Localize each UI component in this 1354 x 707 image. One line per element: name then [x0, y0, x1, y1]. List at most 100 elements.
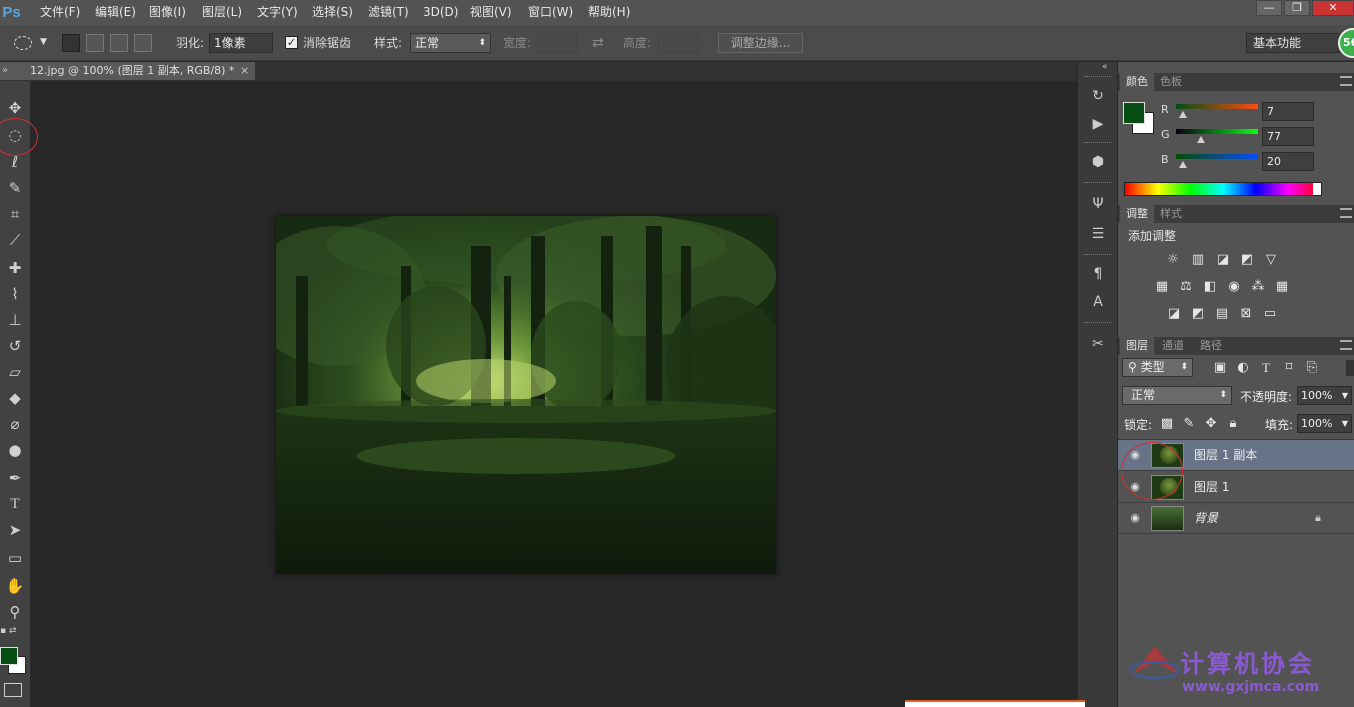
intersect-selection-icon[interactable]	[134, 34, 152, 52]
elliptical-marquee-preset-icon[interactable]	[14, 36, 32, 50]
filter-smart-object-icon[interactable]: ⎘	[1303, 360, 1321, 376]
bw-icon[interactable]: ◧	[1201, 279, 1219, 295]
close-tab-icon[interactable]: ×	[240, 62, 249, 80]
posterize-icon[interactable]: ◩	[1189, 306, 1207, 322]
tab-adjustments[interactable]: 调整	[1120, 205, 1154, 223]
tab-channels[interactable]: 通道	[1156, 337, 1190, 355]
filter-pixel-icon[interactable]: ▣	[1211, 360, 1229, 376]
filter-type-icon[interactable]: T	[1257, 360, 1275, 376]
filter-toggle[interactable]	[1346, 360, 1354, 376]
menu-filter[interactable]: 滤镜(T)	[368, 0, 409, 25]
dodge-tool-icon[interactable]: ●	[3, 439, 27, 461]
lock-transparent-icon[interactable]: ▩	[1158, 416, 1176, 432]
actions-panel-icon[interactable]: ▶	[1088, 114, 1108, 134]
panel-menu-icon[interactable]	[1340, 340, 1352, 350]
workspace-select[interactable]: 基本功能	[1246, 33, 1346, 53]
menu-image[interactable]: 图像(I)	[149, 0, 186, 25]
lock-all-icon[interactable]: 🔒︎	[1224, 416, 1242, 432]
menu-edit[interactable]: 编辑(E)	[95, 0, 136, 25]
foreground-color-swatch[interactable]	[1123, 102, 1145, 124]
character-panel-icon[interactable]: ¶	[1088, 264, 1108, 284]
type-tool-icon[interactable]: T	[3, 493, 27, 515]
restore-button[interactable]: ❐	[1284, 0, 1310, 16]
layer-name[interactable]: 图层 1	[1194, 472, 1229, 503]
b-input[interactable]: 20	[1262, 152, 1314, 171]
brightness-icon[interactable]: ☼	[1164, 252, 1182, 268]
tools-panel-icon[interactable]: ✂	[1088, 334, 1108, 354]
layer-name[interactable]: 图层 1 副本	[1194, 440, 1257, 471]
tab-paths[interactable]: 路径	[1194, 337, 1228, 355]
color-lookup-icon[interactable]: ▦	[1273, 279, 1291, 295]
brush-presets-icon[interactable]: Ψ	[1088, 194, 1108, 214]
healing-brush-tool-icon[interactable]: ✚	[3, 257, 27, 279]
g-slider[interactable]	[1176, 129, 1258, 134]
menu-view[interactable]: 视图(V)	[470, 0, 512, 25]
subtract-selection-icon[interactable]	[110, 34, 128, 52]
r-input[interactable]: 7	[1262, 102, 1314, 121]
move-tool-icon[interactable]: ✥	[3, 97, 27, 119]
3d-panel-icon[interactable]: ⬢	[1088, 152, 1108, 172]
chevron-down-icon[interactable]: ▼	[1342, 415, 1348, 432]
layer-name[interactable]: 背景	[1194, 503, 1218, 534]
lock-position-icon[interactable]: ✥	[1202, 416, 1220, 432]
menu-type[interactable]: 文字(Y)	[257, 0, 298, 25]
eyedropper-tool-icon[interactable]: ⟋	[3, 229, 27, 251]
exposure-icon[interactable]: ◩	[1238, 252, 1256, 268]
menu-3d[interactable]: 3D(D)	[423, 0, 458, 25]
foreground-color-swatch[interactable]	[0, 647, 18, 665]
clone-stamp-tool-icon[interactable]: ⊥	[3, 309, 27, 331]
layer-filter-select[interactable]: ⚲ 类型 ⬍	[1122, 358, 1193, 377]
threshold-icon[interactable]: ▤	[1213, 306, 1231, 322]
filter-shape-icon[interactable]: ⌑	[1280, 360, 1298, 376]
panel-menu-icon[interactable]	[1340, 208, 1352, 218]
menu-window[interactable]: 窗口(W)	[528, 0, 573, 25]
panel-collapse-icon[interactable]: »	[2, 62, 8, 80]
eraser-tool-icon[interactable]: ▱	[3, 361, 27, 383]
forest-photo[interactable]	[276, 216, 776, 574]
minimize-button[interactable]: —	[1256, 0, 1282, 16]
tab-swatches[interactable]: 色板	[1154, 73, 1188, 91]
channel-mixer-icon[interactable]: ⁂	[1249, 279, 1267, 295]
history-panel-icon[interactable]: ↻	[1088, 86, 1108, 106]
default-colors-icon[interactable]: ▪ ⇄	[0, 626, 31, 638]
brush-tool-icon[interactable]: ⌇	[3, 283, 27, 305]
balance-icon[interactable]: ⚖	[1177, 279, 1195, 295]
paragraph-panel-icon[interactable]: A	[1088, 292, 1108, 312]
lock-image-icon[interactable]: ✎	[1180, 416, 1198, 432]
rectangle-tool-icon[interactable]: ▭	[3, 547, 27, 569]
gradient-triangle-icon[interactable]: ▽	[1262, 252, 1280, 268]
layer-row[interactable]: ◉ 背景 🔒︎	[1118, 503, 1354, 534]
path-selection-tool-icon[interactable]: ➤	[3, 519, 27, 541]
fill-input[interactable]: 100% ▼	[1297, 414, 1352, 433]
panel-menu-icon[interactable]	[1340, 76, 1352, 86]
crop-tool-icon[interactable]: ⌗	[3, 203, 27, 225]
menu-select[interactable]: 选择(S)	[312, 0, 353, 25]
curves-icon[interactable]: ◪	[1214, 252, 1232, 268]
b-slider[interactable]	[1176, 154, 1258, 159]
new-selection-icon[interactable]	[62, 34, 80, 52]
pen-tool-icon[interactable]: ✒	[3, 467, 27, 489]
quick-selection-tool-icon[interactable]: ✎	[3, 177, 27, 199]
tool-presets-icon[interactable]: ☰	[1088, 224, 1108, 244]
photo-filter-icon[interactable]: ◉	[1225, 279, 1243, 295]
style-select[interactable]: 正常 ⬍	[410, 33, 491, 53]
g-input[interactable]: 77	[1262, 127, 1314, 146]
r-slider-thumb[interactable]	[1179, 111, 1187, 118]
chevron-down-icon[interactable]: ▼	[40, 37, 47, 47]
menu-file[interactable]: 文件(F)	[40, 0, 80, 25]
tab-styles[interactable]: 样式	[1154, 205, 1188, 223]
antialias-checkbox[interactable]: ✓	[285, 36, 298, 49]
blur-tool-icon[interactable]: ⌀	[3, 413, 27, 435]
tab-layers[interactable]: 图层	[1120, 337, 1154, 355]
invert-icon[interactable]: ◪	[1165, 306, 1183, 322]
vibrance-icon[interactable]: ▦	[1153, 279, 1171, 295]
hand-tool-icon[interactable]: ✋	[3, 575, 27, 597]
chevron-down-icon[interactable]: ▼	[1342, 387, 1348, 404]
levels-icon[interactable]: ▥	[1189, 252, 1207, 268]
refine-edge-button[interactable]: 调整边缘...	[718, 33, 803, 53]
blend-mode-select[interactable]: 正常 ⬍	[1122, 386, 1232, 405]
add-selection-icon[interactable]	[86, 34, 104, 52]
r-slider[interactable]	[1176, 104, 1258, 109]
zoom-tool-icon[interactable]: ⚲	[3, 601, 27, 623]
tab-color[interactable]: 颜色	[1120, 73, 1154, 91]
